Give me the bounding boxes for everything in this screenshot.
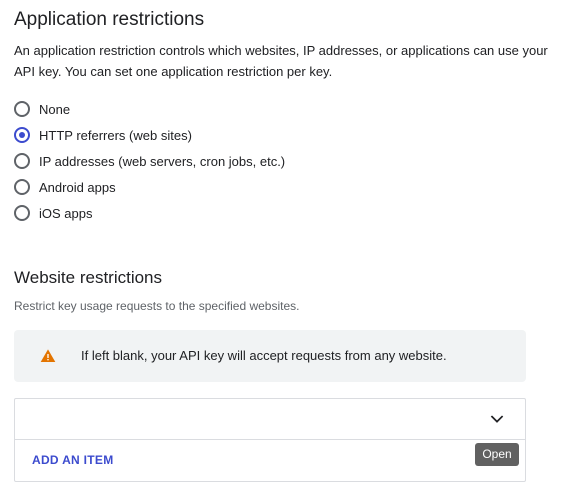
website-item-list: ADD AN ITEM (14, 398, 526, 482)
chevron-down-icon[interactable] (489, 411, 505, 427)
api-key-restrictions-page: Application restrictions An application … (0, 0, 569, 499)
open-tooltip: Open (475, 443, 519, 466)
add-an-item-button[interactable]: ADD AN ITEM (32, 453, 114, 467)
warning-icon (40, 349, 56, 362)
warning-banner: If left blank, your API key will accept … (14, 330, 526, 382)
application-restriction-radio-group: None HTTP referrers (web sites) IP addre… (14, 96, 285, 226)
radio-button-ios-apps[interactable] (14, 205, 30, 221)
radio-label-ios-apps: iOS apps (39, 205, 93, 221)
warning-text: If left blank, your API key will accept … (81, 348, 447, 363)
application-restrictions-description: An application restriction controls whic… (14, 43, 548, 79)
radio-option-http-referrers[interactable]: HTTP referrers (web sites) (14, 122, 285, 148)
website-item-row[interactable] (15, 399, 525, 440)
website-restrictions-subtitle: Restrict key usage requests to the speci… (14, 299, 300, 313)
website-restrictions-title: Website restrictions (14, 268, 163, 287)
radio-label-none: None (39, 101, 71, 117)
radio-button-none[interactable] (14, 101, 30, 117)
radio-label-ip-addresses: IP addresses (web servers, cron jobs, et… (39, 153, 286, 169)
radio-option-none[interactable]: None (14, 96, 285, 122)
radio-button-ip-addresses[interactable] (14, 153, 30, 169)
radio-option-ios-apps[interactable]: iOS apps (14, 200, 285, 226)
radio-button-android-apps[interactable] (14, 179, 30, 195)
radio-label-android-apps: Android apps (39, 179, 116, 195)
application-restrictions-title: Application restrictions (14, 9, 205, 30)
radio-option-android-apps[interactable]: Android apps (14, 174, 285, 200)
radio-label-http-referrers: HTTP referrers (web sites) (39, 127, 192, 143)
radio-button-http-referrers[interactable] (14, 127, 30, 143)
radio-option-ip-addresses[interactable]: IP addresses (web servers, cron jobs, et… (14, 148, 285, 174)
